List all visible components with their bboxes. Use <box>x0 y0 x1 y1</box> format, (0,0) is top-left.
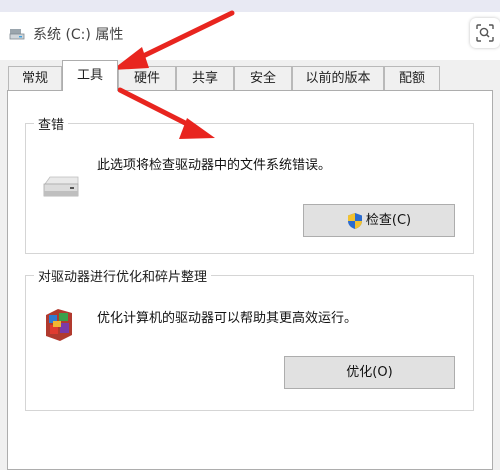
shield-icon <box>347 212 362 229</box>
tab-previous-versions[interactable]: 以前的版本 <box>292 66 384 90</box>
defrag-icon <box>46 309 72 341</box>
top-strip <box>0 0 500 12</box>
tab-security[interactable]: 安全 <box>234 66 292 90</box>
check-button[interactable]: 检查(C) <box>303 204 455 237</box>
check-button-label: 检查(C) <box>365 213 412 228</box>
tab-hardware[interactable]: 硬件 <box>118 66 176 90</box>
tools-panel: 查错 此选项将检查驱动器中的文件系统错误。 检查(C) 对驱动器进行优化和碎片整… <box>7 90 493 470</box>
tab-sharing[interactable]: 共享 <box>176 66 234 90</box>
drive-icon <box>9 29 25 40</box>
error-check-description: 此选项将检查驱动器中的文件系统错误。 <box>97 158 332 173</box>
error-check-group: 查错 此选项将检查驱动器中的文件系统错误。 检查(C) <box>25 114 474 254</box>
tab-quota[interactable]: 配额 <box>384 66 440 90</box>
window-title: 系统 (C:) 属性 <box>33 27 124 43</box>
optimize-title: 对驱动器进行优化和碎片整理 <box>34 266 212 285</box>
tab-tools[interactable]: 工具 <box>62 60 118 91</box>
lens-button[interactable] <box>470 18 500 48</box>
lens-icon <box>476 24 494 42</box>
optimize-group: 对驱动器进行优化和碎片整理 优化计算机的驱动器可以帮助其更高效运行。 优化(O) <box>25 266 474 411</box>
error-check-title: 查错 <box>34 114 69 133</box>
optimize-button[interactable]: 优化(O) <box>284 356 455 389</box>
drive-icon <box>43 176 79 197</box>
optimize-description: 优化计算机的驱动器可以帮助其更高效运行。 <box>97 311 358 326</box>
tab-strip: 常规 工具 硬件 共享 安全 以前的版本 配额 <box>0 60 500 91</box>
tab-general[interactable]: 常规 <box>8 66 62 90</box>
